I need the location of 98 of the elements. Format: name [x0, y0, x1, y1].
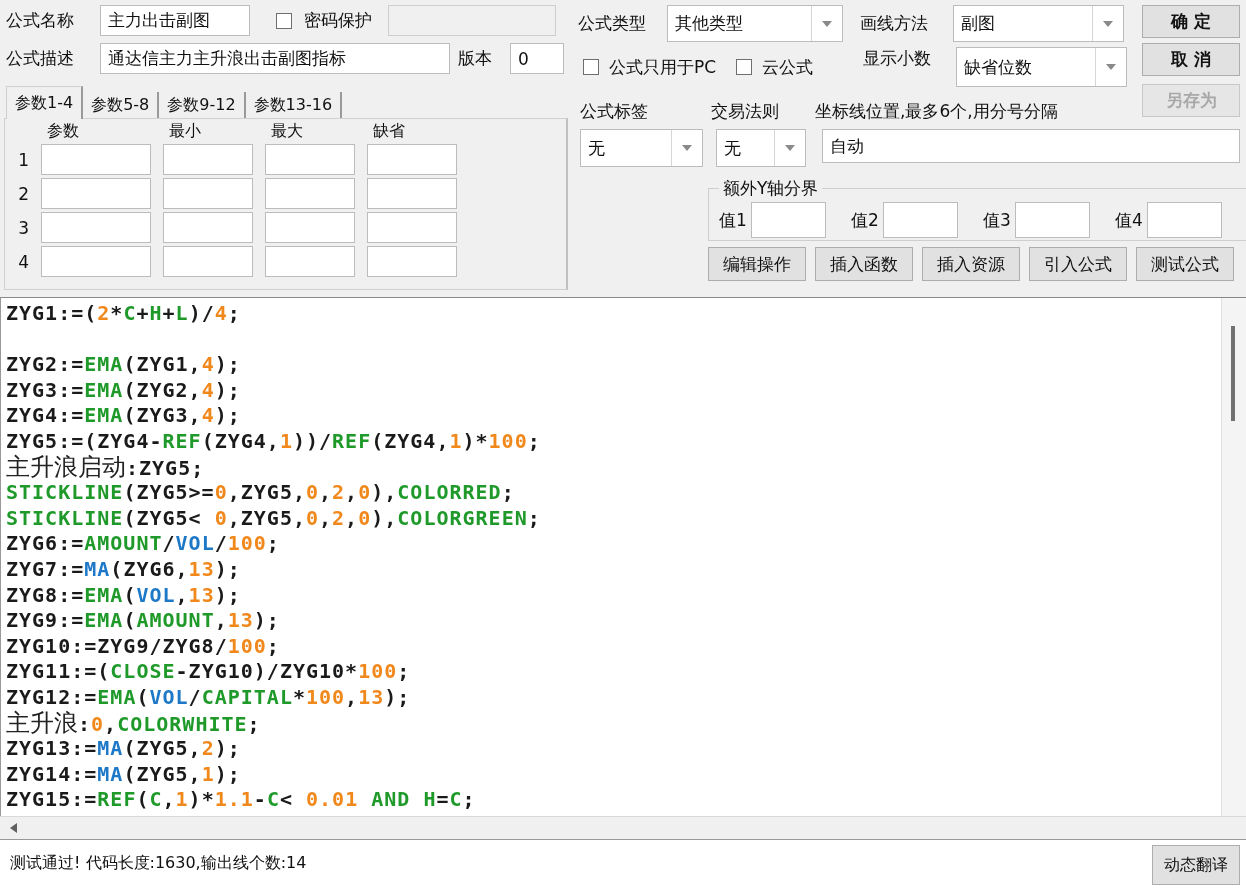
- code-line: STICKLINE(ZYG5< 0,ZYG5,0,2,0),COLORGREEN;: [6, 505, 542, 532]
- checkbox[interactable]: [583, 59, 599, 75]
- toolbar-button[interactable]: 插入函数: [815, 247, 913, 281]
- dialog-button[interactable]: 取 消: [1142, 43, 1240, 76]
- code-line: 主升浪启动:ZYG5;: [6, 454, 206, 481]
- parameter-field[interactable]: [163, 246, 253, 277]
- code-line: ZYG2:=EMA(ZYG1,4);: [6, 352, 242, 378]
- parameter-field[interactable]: [265, 212, 355, 243]
- code-line: ZYG5:=(ZYG4-REF(ZYG4,1))/REF(ZYG4,1)*100;: [6, 428, 542, 454]
- code-line: ZYG9:=EMA(AMOUNT,13);: [6, 608, 281, 634]
- code-line: STICKLINE(ZYG5>=0,ZYG5,0,2,0),COLORRED;: [6, 480, 516, 506]
- parameter-field[interactable]: [41, 246, 151, 277]
- checkbox-label: 密码保护: [304, 9, 372, 32]
- field-label: 公式描述: [6, 47, 75, 70]
- row-number: 1: [17, 149, 29, 170]
- field-label: 值4: [1115, 208, 1143, 232]
- field-label: 值2: [851, 208, 879, 232]
- description-field[interactable]: 通达信主力主升浪出击副图指标: [100, 43, 450, 74]
- field-label: 版本: [458, 47, 493, 70]
- dropdown-caret-icon: [822, 20, 832, 27]
- parameter-field[interactable]: [163, 144, 253, 175]
- code-line: ZYG4:=EMA(ZYG3,4);: [6, 403, 242, 429]
- field-label: 交易法则: [711, 99, 780, 123]
- column-header: 最小: [168, 120, 202, 142]
- tab[interactable]: 参数9-12: [159, 92, 246, 118]
- axis-lines-field[interactable]: 自动: [822, 129, 1240, 163]
- parameter-field[interactable]: [41, 212, 151, 243]
- parameter-field[interactable]: [367, 144, 457, 175]
- field-label: 公式名称: [6, 9, 75, 32]
- name-field[interactable]: 主力出击副图: [100, 5, 250, 36]
- parameter-field[interactable]: [163, 178, 253, 209]
- field-label: 值3: [983, 208, 1011, 232]
- code-line: ZYG3:=EMA(ZYG2,4);: [6, 377, 242, 404]
- parameter-field[interactable]: [41, 144, 151, 175]
- type-dropdown[interactable]: 其他类型: [667, 5, 843, 42]
- scroll-left-icon[interactable]: [10, 823, 17, 833]
- code-line: ZYG12:=EMA(VOL/CAPITAL*100,13);: [6, 684, 412, 710]
- field-label: 公式标签: [579, 99, 649, 123]
- dropdown-caret-icon: [1106, 64, 1116, 70]
- parameter-field[interactable]: [265, 144, 355, 175]
- field-label: 显示小数: [863, 47, 932, 70]
- tab[interactable]: 参数5-8: [83, 92, 160, 118]
- code-line: ZYG14:=MA(ZYG5,1);: [6, 761, 242, 788]
- code-line: ZYG7:=MA(ZYG6,13);: [6, 556, 242, 583]
- toolbar-button[interactable]: 测试公式: [1136, 247, 1234, 281]
- parameter-field[interactable]: [163, 212, 253, 243]
- code-line: ZYG13:=MA(ZYG5,2);: [6, 736, 242, 762]
- parameter-field[interactable]: [367, 212, 457, 243]
- code-line: ZYG10:=ZYG9/ZYG8/100;: [6, 633, 281, 660]
- row-number: 3: [17, 217, 29, 238]
- code-line: ZYG11:=(CLOSE-ZYG10)/ZYG10*100;: [6, 659, 412, 685]
- value-field[interactable]: [1146, 202, 1222, 238]
- parameter-field[interactable]: [41, 178, 151, 209]
- parameter-field[interactable]: [367, 178, 457, 209]
- dialog-button[interactable]: 确 定: [1142, 5, 1240, 38]
- column-header: 最大: [270, 120, 304, 142]
- column-header: 参数: [46, 120, 80, 142]
- code-line: 主升浪:0,COLORWHITE;: [6, 710, 262, 737]
- tab[interactable]: 参数13-16: [245, 92, 343, 118]
- checkbox[interactable]: [276, 12, 292, 29]
- checkbox[interactable]: [736, 59, 753, 75]
- value-field[interactable]: [882, 202, 958, 238]
- password-field[interactable]: [388, 5, 556, 36]
- trade-rule-dropdown[interactable]: 无: [716, 129, 806, 167]
- tab[interactable]: 参数1-4: [6, 86, 84, 119]
- value-field[interactable]: [1014, 202, 1090, 238]
- field-label: 值1: [719, 208, 747, 232]
- toolbar-button[interactable]: 引入公式: [1029, 247, 1127, 281]
- dropdown-caret-icon: [682, 145, 692, 151]
- status-message: 测试通过! 代码长度:1630,输出线个数:14: [10, 853, 307, 874]
- code-line: ZYG8:=EMA(VOL,13);: [6, 582, 242, 609]
- checkbox-label: 公式只用于PC: [609, 55, 717, 79]
- translate-button[interactable]: 动态翻译: [1152, 845, 1240, 885]
- draw-method-dropdown[interactable]: 副图: [953, 5, 1124, 42]
- group-title: 额外Y轴分界: [722, 177, 820, 200]
- parameter-field[interactable]: [265, 246, 355, 277]
- scrollbar-thumb[interactable]: [1231, 326, 1235, 421]
- value-field[interactable]: [750, 202, 826, 238]
- dropdown-caret-icon: [785, 145, 795, 151]
- tag-dropdown[interactable]: 无: [580, 129, 703, 167]
- decimals-dropdown[interactable]: 缺省位数: [956, 47, 1127, 87]
- field-label: 坐标线位置,最多6个,用分号分隔: [815, 99, 1058, 123]
- field-label: 公式类型: [577, 12, 647, 35]
- code-line: ZYG1:=(2*C+H+L)/4;: [6, 301, 242, 327]
- row-number: 4: [17, 251, 29, 272]
- toolbar-button[interactable]: 插入资源: [922, 247, 1020, 281]
- field-label: 画线方法: [860, 12, 929, 35]
- toolbar-button[interactable]: 编辑操作: [708, 247, 806, 281]
- code-line: ZYG15:=REF(C,1)*1.1-C< 0.01 AND H=C;: [6, 787, 477, 813]
- version-field[interactable]: 0: [510, 43, 564, 74]
- parameter-field[interactable]: [265, 178, 355, 209]
- checkbox-label: 云公式: [762, 55, 814, 79]
- row-number: 2: [17, 183, 29, 204]
- parameter-field[interactable]: [367, 246, 457, 277]
- vertical-scrollbar[interactable]: [1221, 298, 1246, 816]
- column-header: 缺省: [372, 120, 406, 142]
- code-line: ZYG6:=AMOUNT/VOL/100;: [6, 531, 281, 557]
- dropdown-caret-icon: [1103, 20, 1113, 27]
